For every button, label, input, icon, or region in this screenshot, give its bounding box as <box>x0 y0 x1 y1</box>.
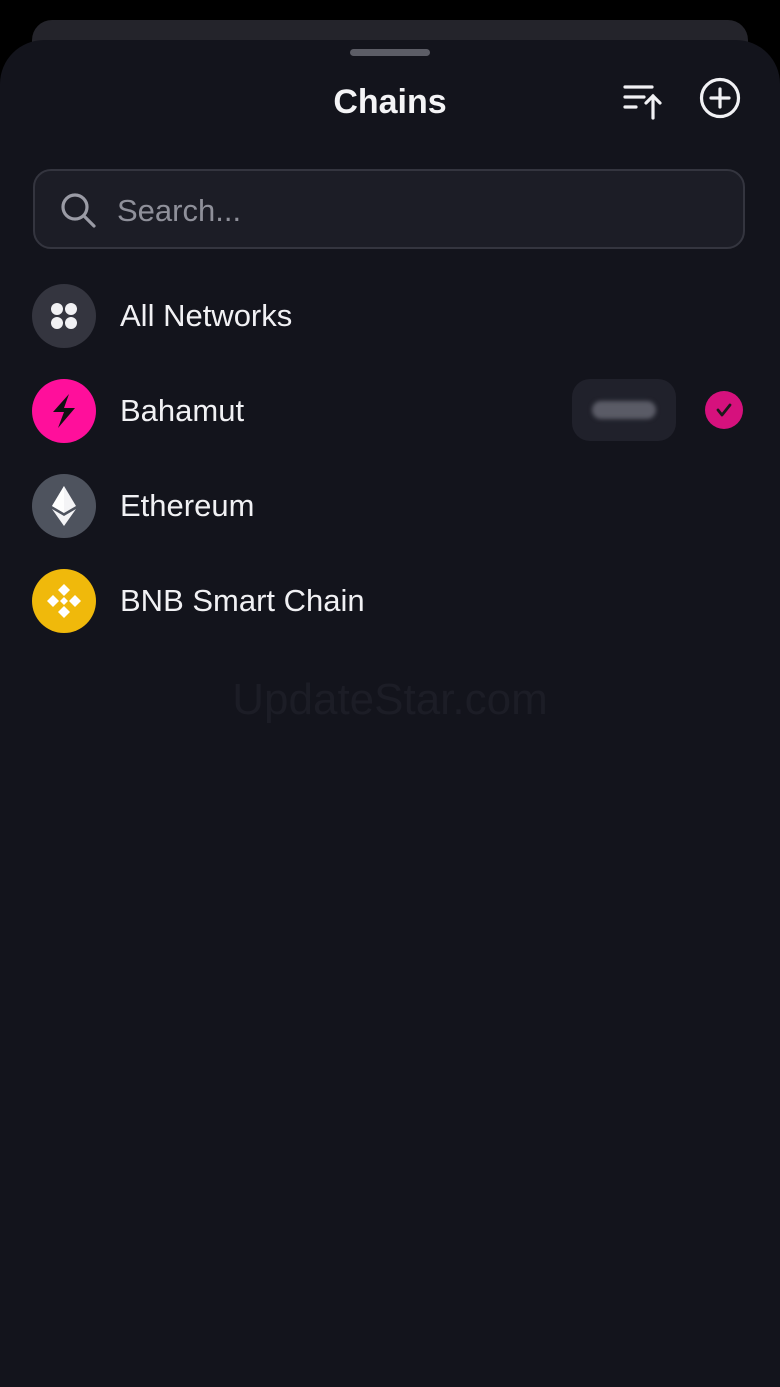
network-label: Bahamut <box>120 393 245 428</box>
sheet-grabber[interactable] <box>350 49 430 56</box>
network-label: Ethereum <box>120 488 255 523</box>
chains-sheet: Chains Search... All Networks Bahamut Et… <box>0 40 780 1387</box>
search-icon <box>59 191 99 231</box>
network-row-ethereum[interactable]: Ethereum <box>0 464 780 548</box>
plus-circle-icon <box>698 76 742 125</box>
network-row-bahamut[interactable]: Bahamut <box>0 369 780 453</box>
bnb-icon <box>32 569 96 633</box>
blurred-status-value <box>592 401 656 419</box>
search-bar[interactable] <box>33 169 745 249</box>
network-status-pill <box>572 379 676 441</box>
ethereum-icon <box>32 474 96 538</box>
selected-check-icon[interactable] <box>705 391 743 429</box>
add-chain-button[interactable] <box>696 76 744 124</box>
network-label: BNB Smart Chain <box>120 583 365 618</box>
chains-screen: Chains Search... All Networks Bahamut Et… <box>0 0 780 1387</box>
grid-dots-icon <box>32 284 96 348</box>
network-label: All Networks <box>120 298 293 333</box>
network-row-bnb-smart-chain[interactable]: BNB Smart Chain <box>0 559 780 643</box>
sort-button[interactable] <box>616 78 664 126</box>
sort-ascending-icon <box>618 78 662 127</box>
network-row-all-networks[interactable]: All Networks <box>0 274 780 358</box>
bahamut-bolt-icon <box>32 379 96 443</box>
search-input[interactable] <box>115 183 729 239</box>
watermark-text: UpdateStar.com <box>232 675 548 724</box>
